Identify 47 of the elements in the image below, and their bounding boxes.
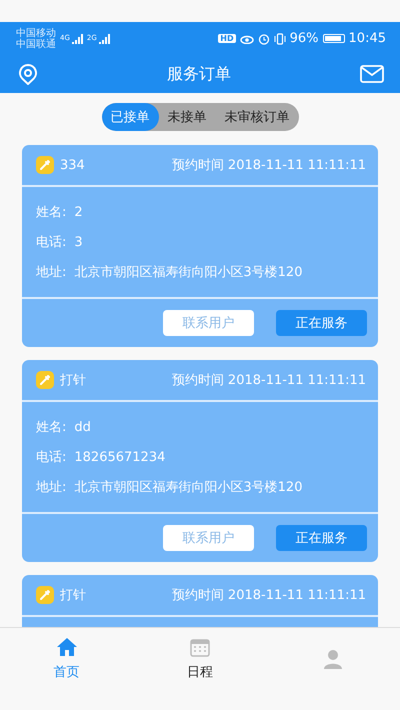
home-icon (56, 637, 78, 657)
signal-icon (98, 34, 110, 44)
nav-tab[interactable]: 日程 (133, 628, 267, 690)
field-value: 2 (74, 204, 83, 220)
field-value: 18265671234 (74, 450, 166, 464)
order-tab[interactable]: 未审核订单 (216, 103, 298, 131)
appointment-time: 预约时间 2018-11-11 11:11:11 (172, 372, 366, 389)
eye-icon (240, 34, 254, 44)
field-value: 北京市朝阳区福寿街向阳小区3号楼120 (74, 479, 302, 496)
order-tab[interactable]: 未接单 (158, 103, 216, 131)
contact-button[interactable]: 联系用户 (163, 310, 254, 336)
order-title: 334 (60, 158, 85, 172)
field-label: 姓名: (36, 204, 66, 221)
carrier-text: 中国移动 (16, 28, 56, 38)
mail-icon[interactable] (360, 65, 384, 83)
pen-icon (36, 586, 54, 604)
signal-icon (70, 34, 83, 44)
in-service-button[interactable]: 正在服务 (276, 525, 367, 551)
hd-badge: HD (218, 34, 236, 43)
carrier-text: 中国联通 (16, 38, 56, 50)
pen-icon (36, 156, 54, 174)
order-title: 打针 (60, 587, 86, 604)
field-label: 电话: (36, 234, 66, 251)
field-value: 北京市朝阳区福寿街向阳小区3号楼120 (74, 264, 302, 281)
appointment-time: 预约时间 2018-11-11 11:11:11 (172, 157, 366, 174)
page-title: 服务订单 (167, 64, 231, 84)
contact-button[interactable]: 联系用户 (163, 525, 254, 551)
location-icon[interactable] (18, 63, 38, 85)
clock-time: 10:45 (348, 31, 386, 46)
pen-icon (36, 371, 54, 389)
battery-icon (322, 34, 345, 43)
nav-tab[interactable]: 首页 (0, 628, 134, 690)
order-title: 打针 (60, 372, 86, 389)
appointment-time: 预约时间 2018-11-11 11:11:11 (172, 587, 366, 604)
in-service-button[interactable]: 正在服务 (276, 310, 367, 336)
field-label: 地址: (36, 264, 66, 281)
field-value: dd (74, 420, 91, 434)
field-label: 电话: (36, 449, 66, 466)
vibrate-icon (274, 32, 286, 44)
alarm-icon (258, 32, 270, 44)
order-tab[interactable]: 已接单 (102, 103, 158, 131)
field-label: 地址: (36, 479, 66, 496)
field-label: 姓名: (36, 419, 66, 436)
person-icon (323, 649, 344, 669)
battery-percent: 96% (290, 31, 319, 46)
field-value: 3 (74, 234, 83, 250)
calendar-icon (190, 637, 210, 657)
